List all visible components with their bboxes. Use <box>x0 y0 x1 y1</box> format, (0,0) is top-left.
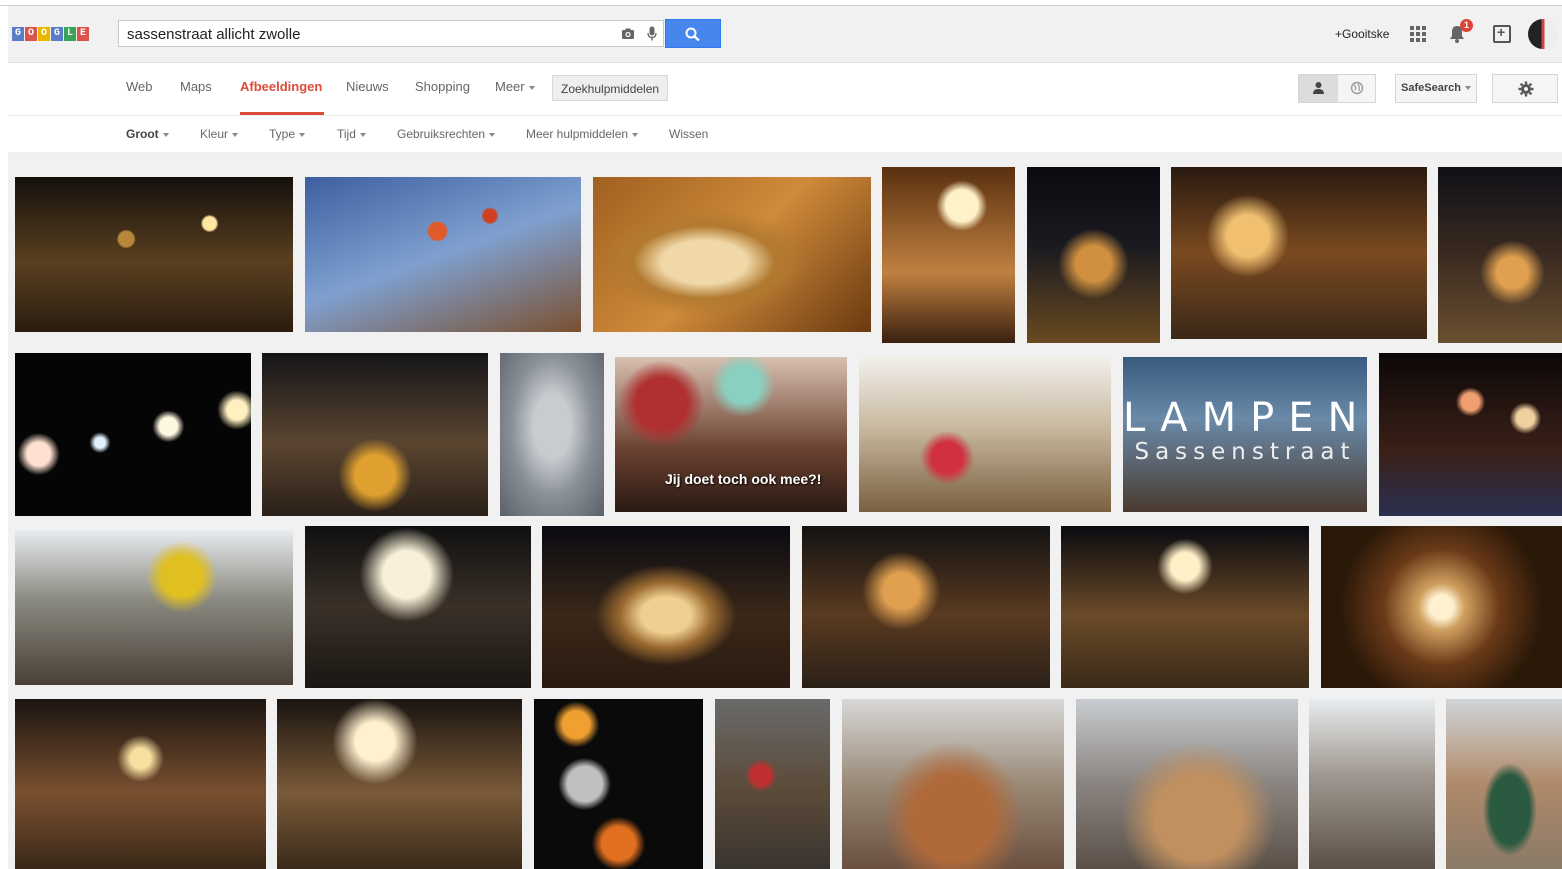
tool-type-label: Type <box>269 127 296 141</box>
image-result[interactable] <box>1061 526 1309 688</box>
image-result[interactable] <box>1027 167 1160 343</box>
image-result[interactable] <box>882 167 1015 343</box>
image-result[interactable] <box>1171 167 1427 339</box>
notification-badge[interactable]: 1 <box>1460 19 1473 32</box>
image-result[interactable] <box>1379 353 1562 516</box>
chevron-down-icon <box>162 132 169 137</box>
logo-letter: G <box>51 27 63 41</box>
image-results-grid: Jij doet toch ook mee?! LAMPEN Sassenstr… <box>8 153 1562 869</box>
tool-size[interactable]: Groot <box>126 127 169 141</box>
image-result[interactable] <box>305 526 531 688</box>
tab-meer[interactable]: Meer <box>495 79 535 94</box>
tab-web[interactable]: Web <box>126 79 153 94</box>
settings-button[interactable] <box>1492 74 1558 103</box>
microphone-icon[interactable] <box>647 26 657 42</box>
chevron-down-icon <box>632 132 639 137</box>
image-result[interactable] <box>1076 699 1298 869</box>
results-view-toggle <box>1298 74 1376 103</box>
tab-maps[interactable]: Maps <box>180 79 212 94</box>
image-result[interactable] <box>500 353 604 516</box>
image-result[interactable] <box>593 177 871 332</box>
header-bar: G O O G L E +Gooitske 1 <box>8 6 1562 63</box>
tool-usage-rights-label: Gebruiksrechten <box>397 127 486 141</box>
chevron-down-icon <box>528 85 535 90</box>
image-result[interactable]: Jij doet toch ook mee?! <box>615 357 847 512</box>
avatar[interactable] <box>1528 19 1558 49</box>
logo-letter: E <box>77 27 89 41</box>
tool-usage-rights[interactable]: Gebruiksrechten <box>397 127 496 141</box>
chevron-down-icon <box>299 132 306 137</box>
tool-color[interactable]: Kleur <box>200 127 239 141</box>
chevron-down-icon <box>489 132 496 137</box>
image-result[interactable] <box>262 353 488 516</box>
tool-size-label: Groot <box>126 127 159 141</box>
share-plus-icon[interactable] <box>1493 24 1511 43</box>
image-result[interactable] <box>1321 526 1562 688</box>
tool-time-label: Tijd <box>337 127 356 141</box>
safesearch-dropdown[interactable]: SafeSearch <box>1395 74 1477 103</box>
gear-icon <box>1518 81 1534 97</box>
search-icon <box>685 27 700 41</box>
search-nav-bar: Web Maps Afbeeldingen Nieuws Shopping Me… <box>8 63 1562 116</box>
image-result[interactable] <box>15 699 266 869</box>
search-tools-button[interactable]: Zoekhulpmiddelen <box>552 75 669 101</box>
image-result[interactable] <box>277 699 522 869</box>
globe-icon <box>1350 81 1364 95</box>
image-result[interactable] <box>715 699 830 869</box>
image-result[interactable] <box>534 699 703 869</box>
tool-color-label: Kleur <box>200 127 229 141</box>
image-result[interactable] <box>15 530 293 685</box>
search-button[interactable] <box>665 19 721 48</box>
tool-more-tools[interactable]: Meer hulpmiddelen <box>526 127 639 141</box>
safesearch-label: SafeSearch <box>1401 82 1461 94</box>
image-result[interactable] <box>15 353 251 516</box>
tab-shopping[interactable]: Shopping <box>415 79 470 94</box>
google-logo[interactable]: G O O G L E <box>12 27 90 41</box>
image-result[interactable] <box>15 177 293 332</box>
tab-nieuws[interactable]: Nieuws <box>346 79 389 94</box>
tab-meer-label: Meer <box>495 79 525 94</box>
active-tab-indicator <box>240 112 324 115</box>
user-profile-link[interactable]: +Gooitske <box>1335 27 1389 41</box>
logo-letter: L <box>64 27 76 41</box>
personal-results-button[interactable] <box>1299 75 1338 102</box>
chevron-down-icon <box>359 132 366 137</box>
apps-grid-icon[interactable] <box>1410 26 1426 42</box>
image-result[interactable] <box>305 177 581 332</box>
tool-type[interactable]: Type <box>269 127 306 141</box>
tool-time[interactable]: Tijd <box>337 127 366 141</box>
image-result[interactable] <box>842 699 1064 869</box>
logo-letter: O <box>38 27 50 41</box>
person-icon <box>1313 82 1324 94</box>
image-result[interactable] <box>1446 699 1562 869</box>
global-results-button[interactable] <box>1338 75 1376 102</box>
logo-letter: O <box>25 27 37 41</box>
lampen-title-text: LAMPEN <box>1123 395 1367 441</box>
tool-more-tools-label: Meer hulpmiddelen <box>526 127 629 141</box>
chevron-down-icon <box>1464 86 1471 91</box>
chevron-down-icon <box>232 132 239 137</box>
camera-icon[interactable] <box>621 27 635 41</box>
tool-clear[interactable]: Wissen <box>669 127 708 141</box>
search-box[interactable] <box>118 20 664 47</box>
image-result[interactable] <box>802 526 1050 688</box>
image-result[interactable] <box>859 357 1111 512</box>
image-result[interactable] <box>542 526 790 688</box>
lampen-subtitle-text: Sassenstraat <box>1134 439 1356 465</box>
logo-letter: G <box>12 27 24 41</box>
search-tools-bar: Groot Kleur Type Tijd Gebruiksrechten Me… <box>8 116 1562 153</box>
campaign-overlay-text: Jij doet toch ook mee?! <box>665 471 822 487</box>
image-result[interactable] <box>1309 699 1435 869</box>
image-result[interactable] <box>1438 167 1562 343</box>
search-input[interactable] <box>127 24 597 44</box>
tab-afbeeldingen[interactable]: Afbeeldingen <box>240 79 322 94</box>
image-result[interactable]: LAMPEN Sassenstraat <box>1123 357 1367 512</box>
